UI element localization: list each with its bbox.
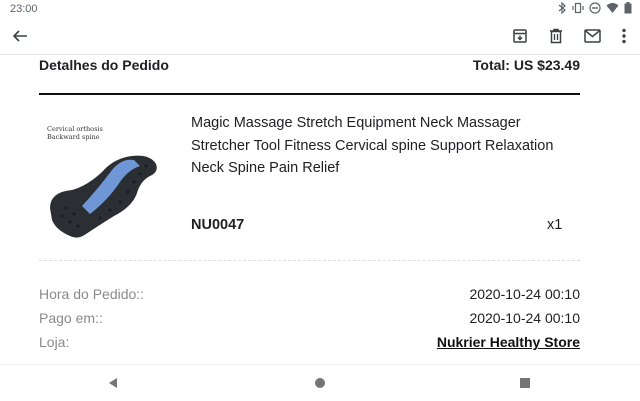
bluetooth-icon xyxy=(558,1,567,18)
details-divider xyxy=(39,260,580,261)
order-time-value: 2020-10-24 00:10 xyxy=(469,286,580,302)
order-total: Total: US $23.49 xyxy=(472,57,580,73)
do-not-disturb-icon xyxy=(589,2,601,18)
image-caption-1: Cervical orthosis xyxy=(47,125,103,133)
status-time: 23:00 xyxy=(10,3,38,15)
system-nav-bar xyxy=(0,364,640,401)
product-image: Cervical orthosis Backward spine xyxy=(42,120,162,240)
nav-home-icon[interactable] xyxy=(311,374,329,392)
order-time-row: Hora do Pedido:: 2020-10-24 00:10 xyxy=(39,286,580,306)
app-bar xyxy=(0,18,640,55)
order-time-label: Hora do Pedido:: xyxy=(39,286,145,302)
order-title: Detalhes do Pedido xyxy=(39,57,169,73)
battery-icon xyxy=(624,2,632,18)
store-link[interactable]: Nukrier Healthy Store xyxy=(437,334,580,350)
paid-at-value: 2020-10-24 00:10 xyxy=(469,310,580,326)
order-header: Detalhes do Pedido Total: US $23.49 xyxy=(39,57,580,77)
image-caption-2: Backward spine xyxy=(47,133,100,141)
status-bar: 23:00 xyxy=(0,0,640,18)
product-sku: NU0047 xyxy=(191,217,245,233)
nav-recents-icon[interactable] xyxy=(516,374,534,392)
delete-icon[interactable] xyxy=(544,24,568,48)
store-label: Loja: xyxy=(39,334,70,350)
product-quantity: x1 xyxy=(547,217,563,233)
wifi-icon xyxy=(606,2,619,18)
product-name[interactable]: Magic Massage Stretch Equipment Neck Mas… xyxy=(191,112,571,180)
mail-icon[interactable] xyxy=(580,24,604,48)
store-row: Loja: Nukrier Healthy Store xyxy=(39,334,580,354)
more-vert-icon[interactable] xyxy=(612,24,636,48)
header-divider xyxy=(39,93,580,95)
vibrate-icon xyxy=(572,2,584,18)
paid-at-row: Pago em:: 2020-10-24 00:10 xyxy=(39,310,580,330)
archive-icon[interactable] xyxy=(508,24,532,48)
back-arrow-icon[interactable] xyxy=(8,24,32,48)
nav-back-icon[interactable] xyxy=(104,374,122,392)
paid-at-label: Pago em:: xyxy=(39,310,103,326)
order-details-content: Detalhes do Pedido Total: US $23.49 Cerv… xyxy=(0,55,640,364)
status-icons xyxy=(558,1,632,18)
